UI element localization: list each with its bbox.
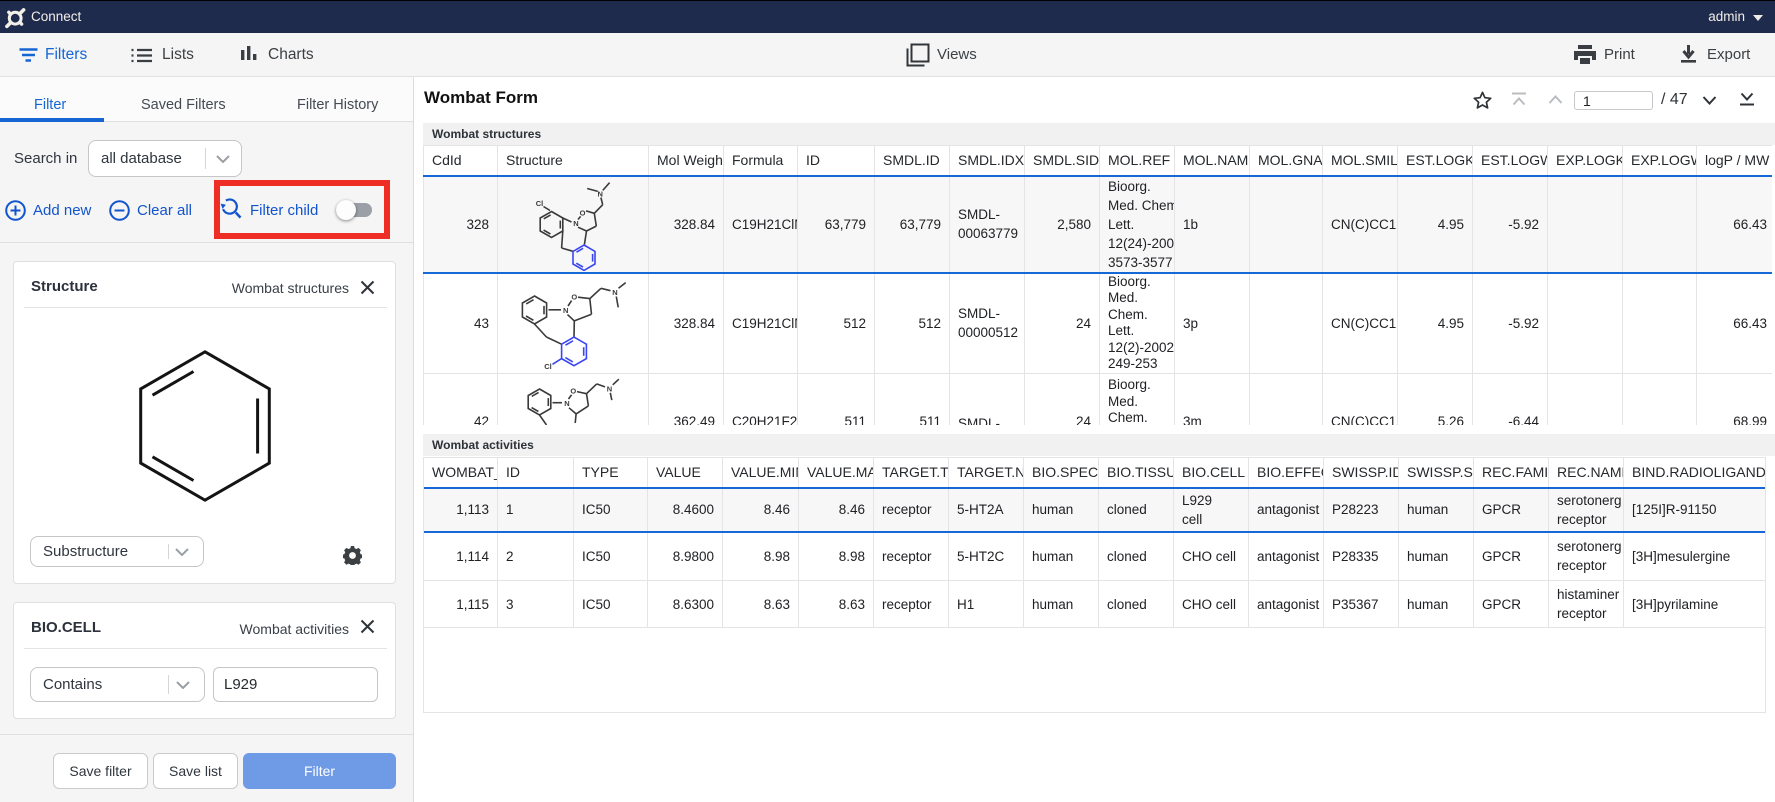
svg-text:N: N [612, 288, 617, 297]
svg-text:Cl: Cl [544, 362, 552, 371]
svg-text:O: O [570, 387, 576, 396]
svg-text:N: N [573, 219, 578, 228]
svg-text:N: N [564, 399, 569, 408]
svg-text:O: O [571, 292, 577, 301]
svg-text:Cl: Cl [536, 199, 544, 208]
svg-text:N: N [563, 306, 568, 315]
svg-text:O: O [580, 208, 586, 217]
svg-text:N: N [607, 384, 612, 393]
svg-text:N: N [597, 189, 602, 198]
